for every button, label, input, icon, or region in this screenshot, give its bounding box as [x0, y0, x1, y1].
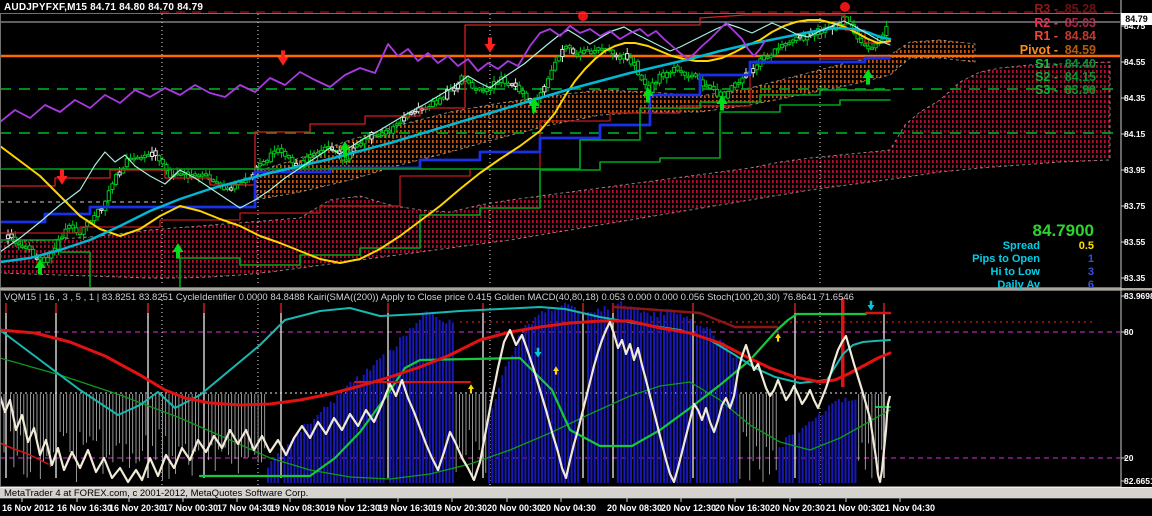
status-bar: MetaTrader 4 at FOREX.com, c 2001-2012, … [0, 487, 1152, 499]
pivot-level-name: R2 - [1034, 16, 1058, 30]
price-scale-label: 83.75 [1124, 201, 1146, 211]
time-axis-label[interactable]: 20 Nov 00:30 [487, 503, 542, 513]
current-price-tag: 84.79 [1121, 13, 1152, 25]
info-row-label: Hi to Low [990, 266, 1041, 278]
current-price-display: 84.7900 [1032, 221, 1094, 240]
macd-red [0, 319, 892, 407]
pivot-level-name: S2 - [1035, 70, 1058, 84]
pivot-level-value: 84.40 [1064, 57, 1096, 71]
indicator-scale-label: 83.9698 [1124, 291, 1152, 301]
price-scale-label: 83.35 [1124, 273, 1146, 283]
pivot-level-value: 84.59 [1064, 43, 1096, 57]
info-row-label: Spread [1002, 240, 1040, 252]
mt4-window: AUDJPYFXF,M15 84.71 84.80 84.70 84.79 R3… [0, 0, 1152, 516]
time-axis-label[interactable]: 20 Nov 12:30 [661, 503, 716, 513]
time-axis-label[interactable]: 21 Nov 00:30 [826, 503, 881, 513]
pivot-level-name: S1 - [1035, 57, 1058, 71]
indicator-scale-label: 82.6651 [1124, 476, 1152, 486]
time-axis-label[interactable]: 16 Nov 2012 [2, 503, 54, 513]
price-scale-label: 83.95 [1124, 165, 1146, 175]
time-axis-label[interactable]: 20 Nov 08:30 [607, 503, 662, 513]
indicator-scale-label: 20 [1124, 453, 1134, 463]
time-axis-label[interactable]: 20 Nov 20:30 [770, 503, 825, 513]
price-scale-label: 84.55 [1124, 57, 1146, 67]
indicator-scale-label: 80 [1124, 327, 1134, 337]
pivot-level-name: R1 - [1034, 29, 1058, 43]
pivot-level-name: R3 - [1034, 2, 1058, 16]
down-arrow [867, 300, 875, 311]
time-axis-label[interactable]: 20 Nov 04:30 [541, 503, 596, 513]
price-scale-label: 84.15 [1124, 129, 1146, 139]
time-axis-label[interactable]: 19 Nov 08:30 [270, 503, 325, 513]
pivot-level-value: 83.90 [1064, 83, 1096, 97]
time-axis-label[interactable]: 20 Nov 16:30 [715, 503, 770, 513]
info-row-label: Pips to Open [972, 253, 1040, 265]
time-axis-label[interactable]: 17 Nov 04:30 [217, 503, 272, 513]
pivot-level-value: 84.15 [1064, 70, 1096, 84]
info-row-value: 1 [1087, 253, 1094, 265]
up-arrow [468, 384, 474, 393]
pivot-level-name: Pivot - [1019, 43, 1058, 57]
time-axis-label[interactable]: 17 Nov 00:30 [163, 503, 218, 513]
lower-indicator-plot [0, 296, 1120, 486]
down-arrow [56, 169, 68, 185]
up-arrow [775, 333, 781, 342]
info-row-label: Daily Av [997, 279, 1040, 291]
pivot-level-value: 84.84 [1064, 29, 1096, 43]
indicator-header: VQM15 | 16 , 3 , 5 , 1 | 83.8251 83.8251… [4, 292, 854, 303]
info-row-value: 3 [1087, 266, 1094, 278]
pivot-level-name: S3 - [1035, 83, 1058, 97]
pivot-level-value: 85.03 [1064, 16, 1096, 30]
price-scale-label: 83.55 [1124, 237, 1146, 247]
time-axis-label[interactable]: 19 Nov 20:30 [432, 503, 487, 513]
time-axis-label[interactable]: 16 Nov 16:30 [57, 503, 112, 513]
time-axis-label[interactable]: 21 Nov 04:30 [880, 503, 935, 513]
time-axis-label[interactable]: 19 Nov 12:30 [325, 503, 380, 513]
pivot-level-value: 85.28 [1064, 2, 1096, 16]
time-axis-label[interactable]: 16 Nov 20:30 [109, 503, 164, 513]
time-axis-label[interactable]: 19 Nov 16:30 [378, 503, 433, 513]
price-scale-label: 84.35 [1124, 93, 1146, 103]
info-row-value: 0.5 [1078, 240, 1094, 252]
info-row-value: 6 [1087, 279, 1094, 291]
